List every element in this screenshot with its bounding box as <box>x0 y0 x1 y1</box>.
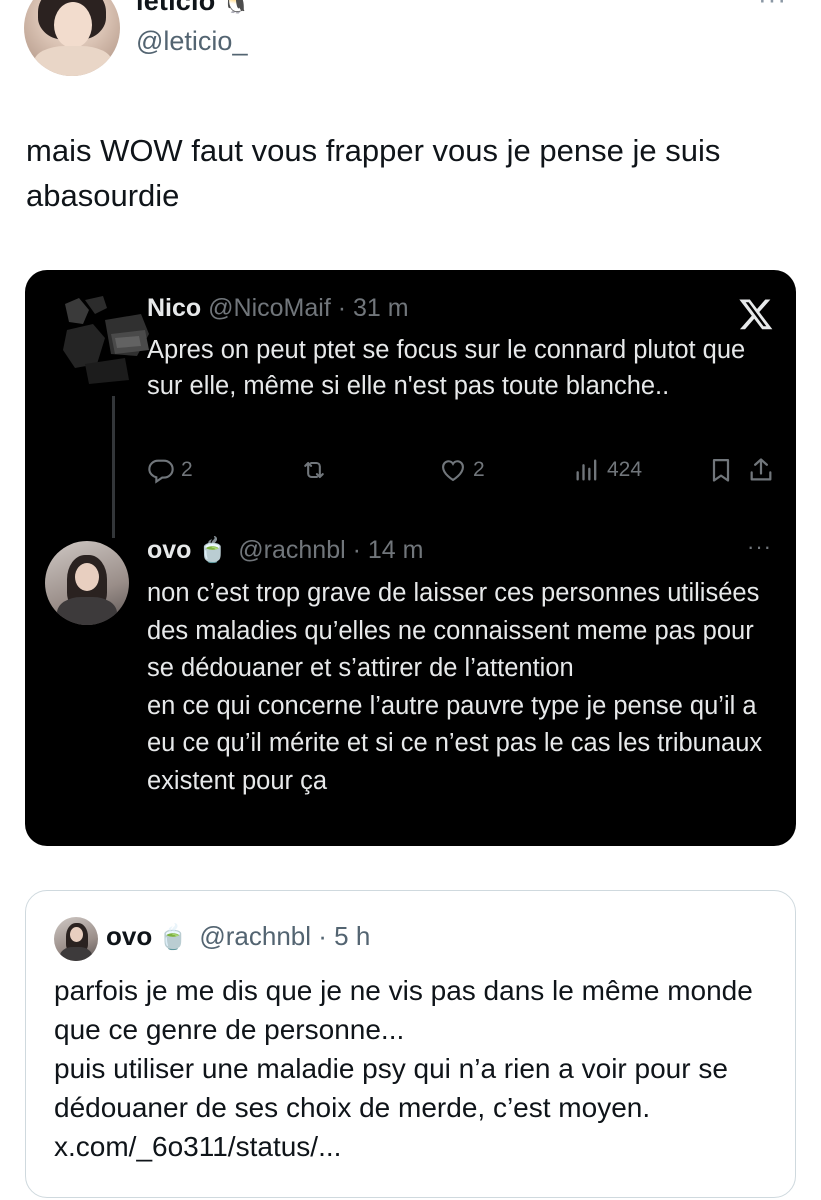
author-name-text[interactable]: leticio <box>136 0 215 16</box>
quoted-handle-time: @rachnbl · 5 h <box>199 921 371 951</box>
ovo-name: ovo <box>147 536 192 564</box>
like-action[interactable]: 2 <box>439 456 485 484</box>
bookmark-action[interactable] <box>707 456 735 484</box>
like-count: 2 <box>473 458 485 481</box>
nico-header: Nico @NicoMaif · 31 m <box>147 294 409 323</box>
share-icon <box>750 458 772 481</box>
embedded-screenshot[interactable]: Nico @NicoMaif · 31 m Apres on peut ptet… <box>25 270 796 846</box>
author-name[interactable]: leticio 🐧 <box>136 0 252 17</box>
quoted-avatar <box>54 917 98 961</box>
nico-post-text: Apres on peut ptet se focus sur le conna… <box>147 336 746 400</box>
like-icon <box>442 460 464 482</box>
post-action-bar: 2 2 424 <box>25 456 796 492</box>
reply-icon <box>148 459 174 484</box>
ovo-header: ovo 🍵 @rachnbl · 14 m <box>147 536 423 565</box>
reply-action[interactable]: 2 <box>147 456 193 484</box>
ovo-handle-time: @rachnbl · 14 m <box>238 536 424 564</box>
ovo-avatar <box>45 541 129 625</box>
nico-handle-time: @NicoMaif · 31 m <box>208 294 409 322</box>
views-action[interactable]: 424 <box>573 456 642 484</box>
matcha-emoji: 🍵 <box>158 924 189 951</box>
bookmark-icon <box>712 458 730 482</box>
author-handle[interactable]: @leticio_ <box>136 26 247 57</box>
tweet-text: mais WOW faut vous frapper vous je pense… <box>26 133 721 213</box>
share-action[interactable] <box>747 456 775 484</box>
reply-count: 2 <box>181 458 193 481</box>
matcha-emoji: 🍵 <box>197 537 228 564</box>
quoted-header: ovo 🍵 @rachnbl · 5 h <box>106 921 370 952</box>
nico-avatar <box>45 294 161 386</box>
quoted-name: ovo <box>106 921 153 951</box>
quoted-text: parfois je me dis que je ne vis pas dans… <box>54 975 753 1162</box>
retweet-action[interactable] <box>299 456 329 484</box>
retweet-icon <box>304 461 324 479</box>
ovo-reply-text: non c’est trop grave de laisser ces pers… <box>147 579 763 795</box>
more-options-icon: ··· <box>747 534 772 559</box>
views-icon <box>576 459 597 481</box>
views-count: 424 <box>607 458 643 481</box>
more-options-icon[interactable]: ··· <box>758 0 787 15</box>
author-avatar[interactable] <box>24 0 120 76</box>
penguin-emoji: 🐧 <box>221 0 252 15</box>
quoted-tweet[interactable]: ovo 🍵 @rachnbl · 5 h parfois je me dis qu… <box>25 890 796 1198</box>
x-logo-icon <box>739 299 773 330</box>
nico-name: Nico <box>147 294 202 322</box>
